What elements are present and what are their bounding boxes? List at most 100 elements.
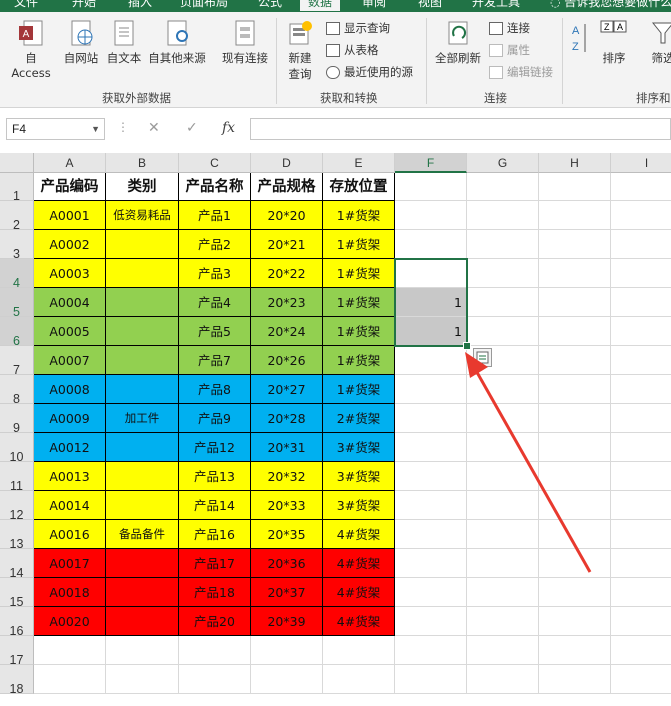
- table-cell-cat[interactable]: [106, 375, 179, 404]
- insert-function-button[interactable]: fx: [222, 120, 235, 136]
- table-cell-code[interactable]: A0009: [34, 404, 106, 433]
- table-cell-loc[interactable]: 4#货架: [323, 607, 395, 636]
- tab-developer[interactable]: 开发工具: [472, 0, 520, 10]
- row-header-14[interactable]: 14: [0, 549, 34, 580]
- cell-empty[interactable]: [323, 636, 395, 665]
- cell-empty[interactable]: [539, 230, 611, 259]
- table-cell-cat[interactable]: [106, 607, 179, 636]
- table-cell-code[interactable]: A0016: [34, 520, 106, 549]
- table-cell-cat[interactable]: [106, 578, 179, 607]
- enter-icon[interactable]: ✓: [186, 120, 198, 136]
- cell-empty[interactable]: [611, 549, 671, 578]
- row-header-13[interactable]: 13: [0, 520, 34, 551]
- cell-empty[interactable]: [467, 665, 539, 694]
- row-header-9[interactable]: 9: [0, 404, 34, 435]
- cell-empty[interactable]: [467, 288, 539, 317]
- table-cell-code[interactable]: A0013: [34, 462, 106, 491]
- table-header-cell[interactable]: 存放位置: [323, 173, 395, 201]
- cell-empty[interactable]: [539, 520, 611, 549]
- cell-empty[interactable]: [395, 578, 467, 607]
- table-cell-code[interactable]: A0014: [34, 491, 106, 520]
- table-cell-name[interactable]: 产品14: [179, 491, 251, 520]
- from-table-button[interactable]: 从表格: [326, 42, 379, 58]
- refresh-all-button[interactable]: 全部刷新: [432, 18, 484, 66]
- filter-button[interactable]: 筛选: [645, 18, 671, 66]
- table-cell-cat[interactable]: [106, 462, 179, 491]
- cell-f-value[interactable]: 1: [395, 288, 467, 317]
- row-header-3[interactable]: 3: [0, 230, 34, 261]
- connections-button[interactable]: 连接: [489, 20, 530, 36]
- cell-empty[interactable]: [467, 230, 539, 259]
- cell-empty[interactable]: [611, 433, 671, 462]
- sort-az-button[interactable]: A Z: [568, 20, 592, 62]
- table-cell-loc[interactable]: 3#货架: [323, 462, 395, 491]
- table-cell-spec[interactable]: 20*33: [251, 491, 323, 520]
- properties-button[interactable]: 属性: [489, 42, 530, 58]
- column-header-i[interactable]: I: [611, 153, 671, 173]
- cell-empty[interactable]: [395, 201, 467, 230]
- cell-empty[interactable]: [539, 404, 611, 433]
- table-cell-name[interactable]: 产品2: [179, 230, 251, 259]
- recent-sources-button[interactable]: 最近使用的源: [326, 64, 413, 80]
- table-cell-cat[interactable]: 备品备件: [106, 520, 179, 549]
- cell-empty[interactable]: [611, 578, 671, 607]
- row-header-8[interactable]: 8: [0, 375, 34, 406]
- cell-empty[interactable]: [106, 665, 179, 694]
- table-cell-code[interactable]: A0012: [34, 433, 106, 462]
- table-cell-loc[interactable]: 4#货架: [323, 549, 395, 578]
- cell-empty[interactable]: [467, 462, 539, 491]
- table-cell-cat[interactable]: [106, 491, 179, 520]
- edit-links-button[interactable]: 编辑链接: [489, 64, 553, 80]
- column-header-b[interactable]: B: [106, 153, 179, 173]
- table-cell-spec[interactable]: 20*26: [251, 346, 323, 375]
- row-header-12[interactable]: 12: [0, 491, 34, 522]
- table-cell-code[interactable]: A0017: [34, 549, 106, 578]
- tab-insert[interactable]: 插入: [128, 0, 152, 10]
- row-header-11[interactable]: 11: [0, 462, 34, 493]
- name-box[interactable]: F4 ▼: [6, 118, 105, 140]
- cell-empty[interactable]: [467, 433, 539, 462]
- table-cell-cat[interactable]: [106, 230, 179, 259]
- cell-empty[interactable]: [611, 375, 671, 404]
- table-cell-loc[interactable]: 1#货架: [323, 230, 395, 259]
- table-cell-code[interactable]: A0020: [34, 607, 106, 636]
- table-cell-name[interactable]: 产品1: [179, 201, 251, 230]
- cell-empty[interactable]: [179, 636, 251, 665]
- cell-empty[interactable]: [395, 433, 467, 462]
- column-header-d[interactable]: D: [251, 153, 323, 173]
- table-cell-loc[interactable]: 1#货架: [323, 346, 395, 375]
- cell-empty[interactable]: [611, 288, 671, 317]
- cell-empty[interactable]: [539, 491, 611, 520]
- cell-empty[interactable]: [395, 636, 467, 665]
- cell-empty[interactable]: [539, 578, 611, 607]
- table-header-cell[interactable]: 产品编码: [34, 173, 106, 201]
- table-cell-code[interactable]: A0005: [34, 317, 106, 346]
- cell-empty[interactable]: [539, 259, 611, 288]
- cell-empty[interactable]: [395, 375, 467, 404]
- table-cell-spec[interactable]: 20*28: [251, 404, 323, 433]
- cell-empty[interactable]: [539, 636, 611, 665]
- cell-empty[interactable]: [539, 462, 611, 491]
- column-header-a[interactable]: A: [34, 153, 106, 173]
- cell-empty[interactable]: [395, 173, 467, 201]
- cell-empty[interactable]: [251, 665, 323, 694]
- cell-empty[interactable]: [467, 607, 539, 636]
- cell-empty[interactable]: [395, 462, 467, 491]
- table-cell-cat[interactable]: [106, 549, 179, 578]
- cell-empty[interactable]: [467, 404, 539, 433]
- column-header-g[interactable]: G: [467, 153, 539, 173]
- table-cell-code[interactable]: A0002: [34, 230, 106, 259]
- table-cell-spec[interactable]: 20*39: [251, 607, 323, 636]
- table-cell-name[interactable]: 产品20: [179, 607, 251, 636]
- row-header-16[interactable]: 16: [0, 607, 34, 638]
- table-cell-code[interactable]: A0001: [34, 201, 106, 230]
- cell-empty[interactable]: [467, 520, 539, 549]
- table-cell-cat[interactable]: 低资易耗品: [106, 201, 179, 230]
- row-header-18[interactable]: 18: [0, 665, 34, 696]
- cell-empty[interactable]: [611, 317, 671, 346]
- fill-handle[interactable]: [463, 342, 471, 350]
- table-cell-cat[interactable]: 加工件: [106, 404, 179, 433]
- cell-empty[interactable]: [34, 665, 106, 694]
- cell-empty[interactable]: [539, 549, 611, 578]
- cell-empty[interactable]: [251, 636, 323, 665]
